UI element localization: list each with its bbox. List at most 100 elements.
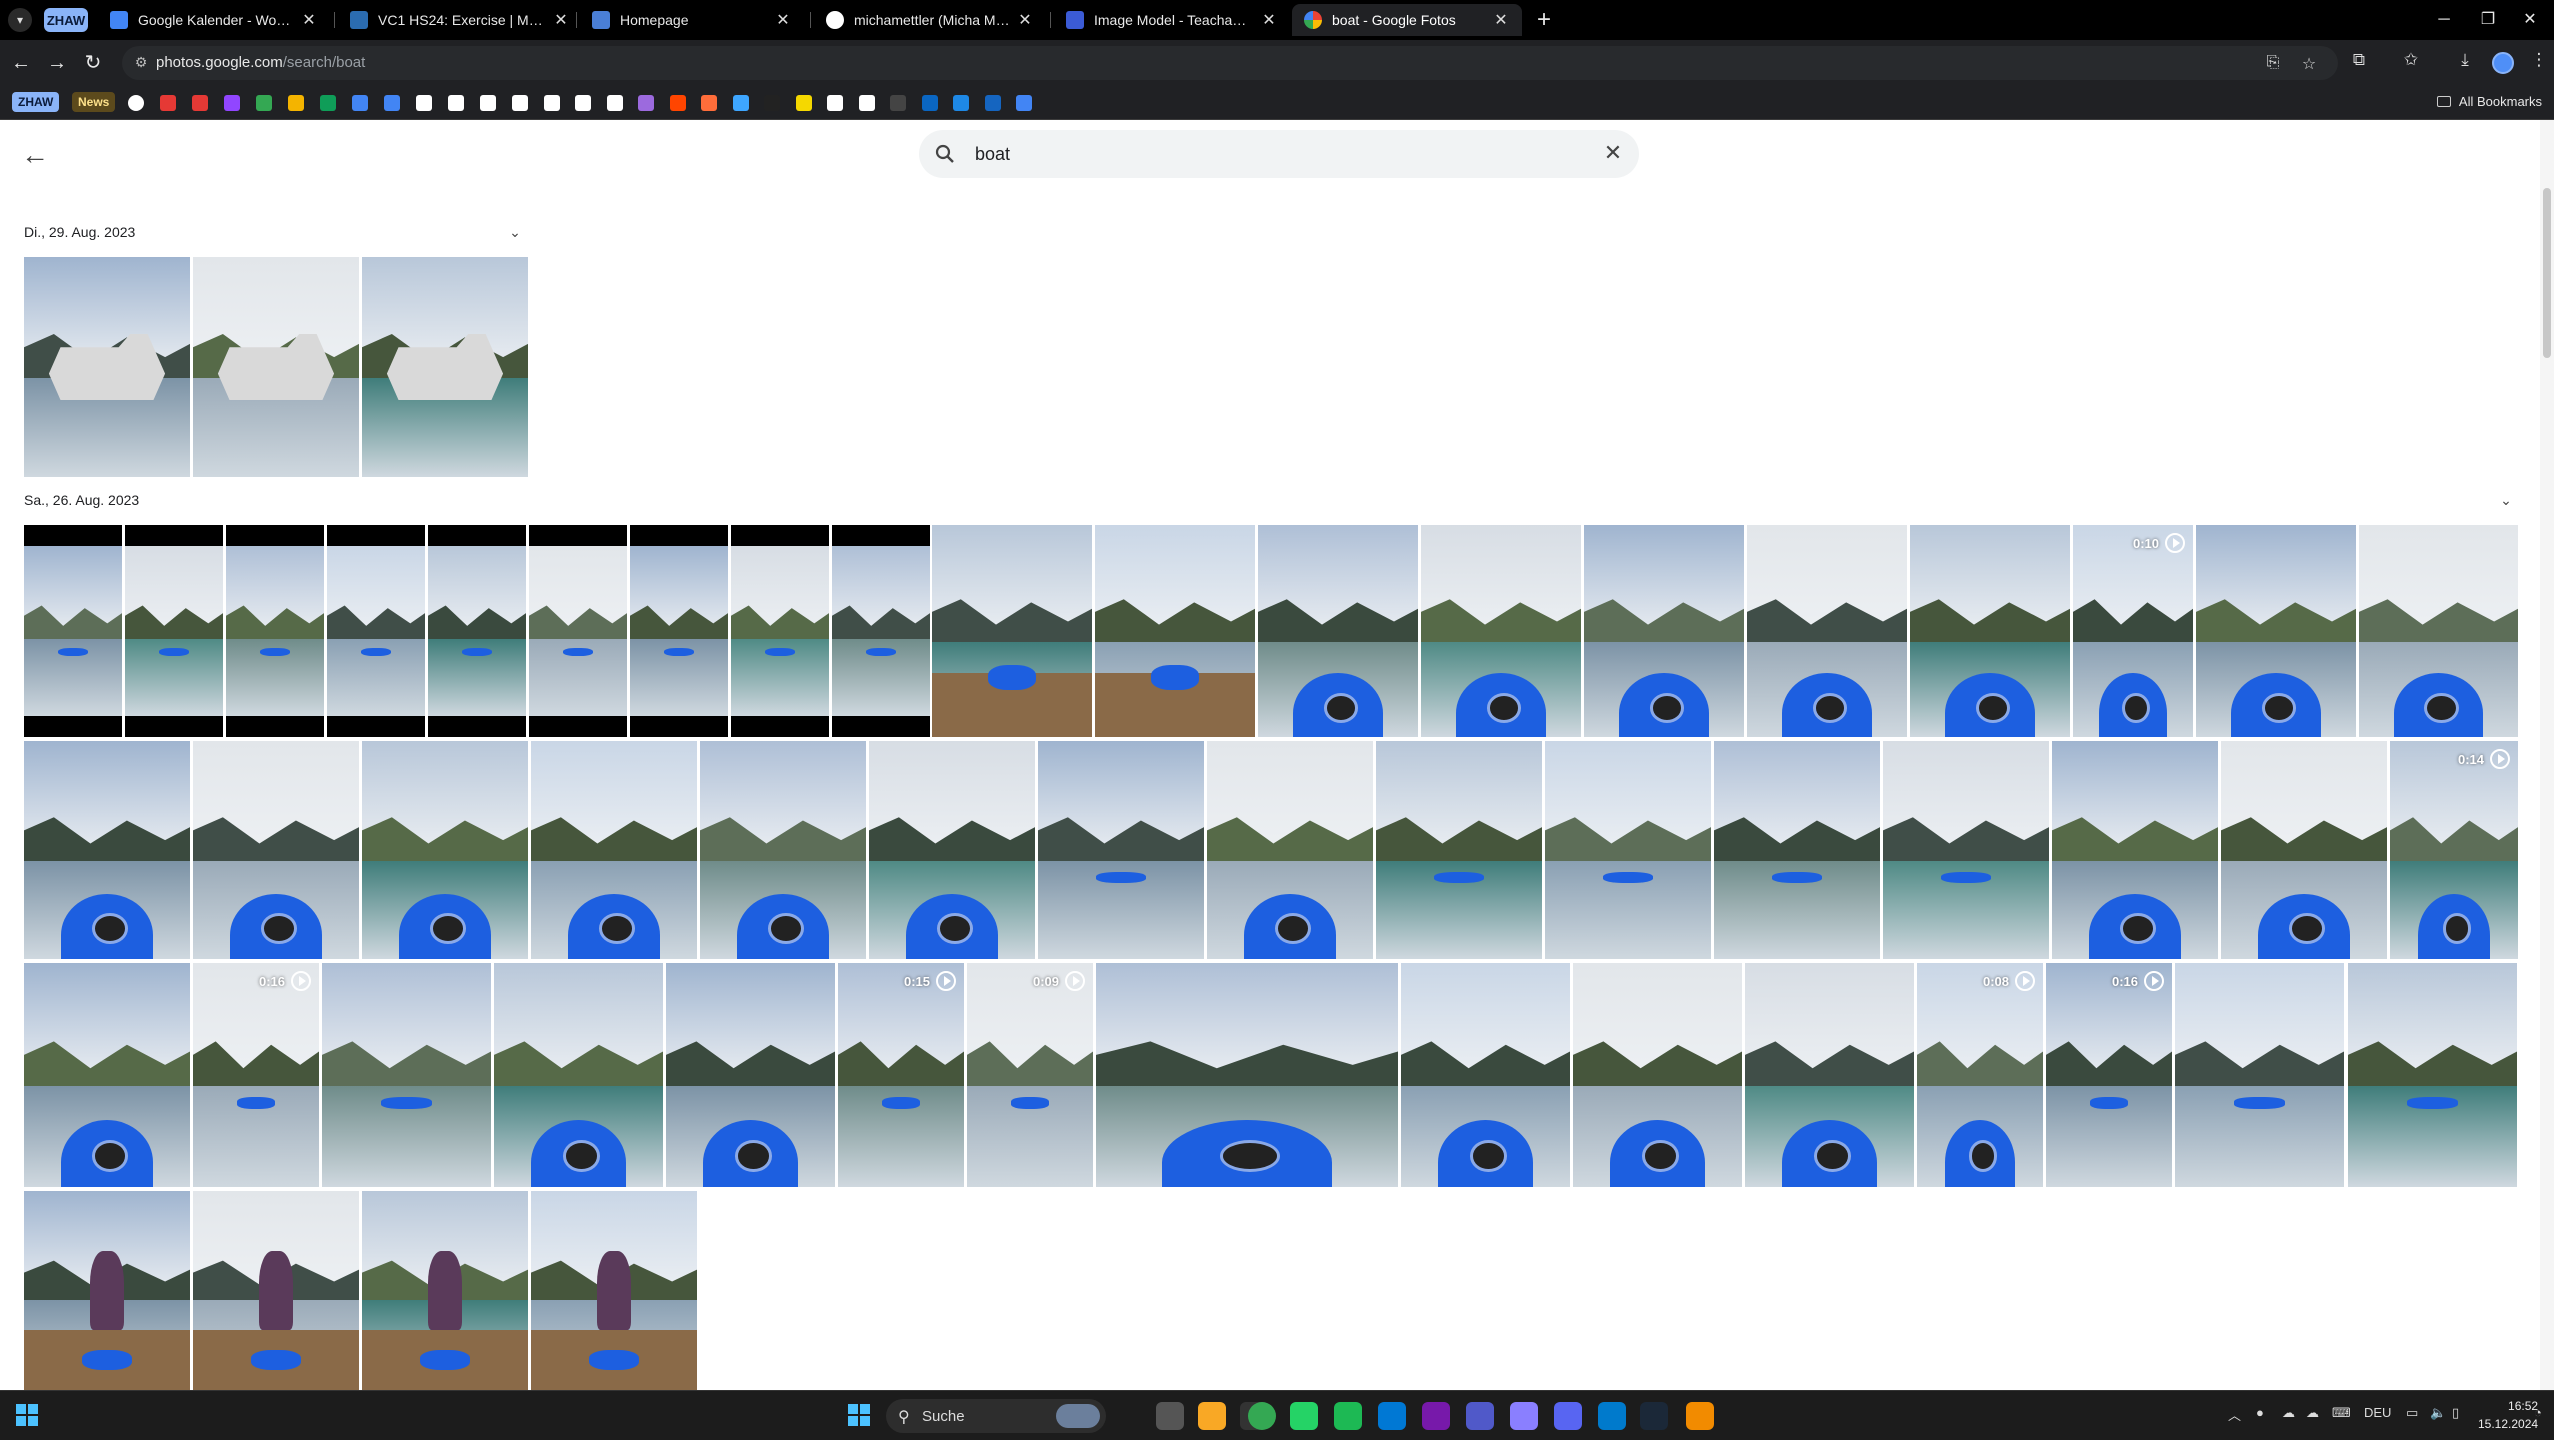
downloads-icon[interactable]: ⤓: [2452, 50, 2478, 70]
photo-thumbnail[interactable]: [2221, 741, 2387, 959]
profile-avatar[interactable]: [2492, 52, 2514, 74]
bookmark-icon[interactable]: [827, 95, 843, 111]
video-thumbnail[interactable]: 0:16: [2046, 963, 2172, 1187]
display-icon[interactable]: ▭: [2406, 1405, 2418, 1421]
language-indicator[interactable]: DEU: [2364, 1405, 2391, 1420]
photo-thumbnail[interactable]: [24, 1191, 190, 1390]
photo-thumbnail[interactable]: [1376, 741, 1542, 959]
site-info-icon[interactable]: ⚙: [132, 54, 150, 72]
bookmark-icon[interactable]: [224, 95, 240, 111]
new-tab-button[interactable]: +: [1530, 6, 1558, 34]
photo-thumbnail[interactable]: [2348, 963, 2517, 1187]
file-explorer-icon[interactable]: [1156, 1402, 1184, 1430]
bookmark-icon[interactable]: [352, 95, 368, 111]
photo-thumbnail[interactable]: [327, 525, 425, 737]
bookmark-icon[interactable]: [512, 95, 528, 111]
photo-thumbnail[interactable]: [24, 963, 190, 1187]
teams-icon[interactable]: [1466, 1402, 1494, 1430]
photo-thumbnail[interactable]: [494, 963, 663, 1187]
photo-thumbnail[interactable]: [1910, 525, 2070, 737]
photo-thumbnail[interactable]: [531, 1191, 697, 1390]
windows-start-icon[interactable]: [16, 1404, 38, 1426]
scrollbar[interactable]: [2540, 120, 2554, 1390]
photo-thumbnail[interactable]: [322, 963, 491, 1187]
photo-thumbnail[interactable]: [2052, 741, 2218, 959]
bookmark-icon[interactable]: [192, 95, 208, 111]
bookmark-icon[interactable]: [543, 95, 560, 111]
tab-search-chevron-icon[interactable]: ▾: [8, 8, 32, 32]
bookmark-icon[interactable]: [575, 95, 591, 111]
notification-icon[interactable]: ◔: [2534, 1405, 2542, 1420]
photo-thumbnail[interactable]: [362, 257, 528, 477]
photo-thumbnail[interactable]: [193, 741, 359, 959]
scrollbar-thumb[interactable]: [2543, 188, 2551, 358]
bookmark-icon[interactable]: [320, 95, 336, 111]
tab-google-calendar[interactable]: Google Kalender - Woche vom ✕: [98, 4, 330, 36]
reload-icon[interactable]: ↻: [80, 50, 106, 76]
bookmark-star-icon[interactable]: ☆: [2298, 54, 2320, 74]
tab-teachable-machine[interactable]: Image Model - Teachable Mach ✕: [1054, 4, 1290, 36]
photo-thumbnail[interactable]: [1545, 741, 1711, 959]
bookmark-icon[interactable]: [1016, 95, 1032, 111]
bookmark-icon[interactable]: [160, 95, 176, 111]
close-icon[interactable]: ✕: [1260, 10, 1278, 30]
chevron-down-icon[interactable]: ⌄: [2496, 492, 2516, 512]
folder-icon[interactable]: [1198, 1402, 1226, 1430]
steam-icon[interactable]: [1640, 1402, 1668, 1430]
photo-thumbnail[interactable]: [1096, 963, 1398, 1187]
bookmark-folder-zhaw[interactable]: ZHAW: [12, 92, 60, 112]
forward-arrow-icon[interactable]: →: [44, 50, 70, 76]
discord-icon[interactable]: [1554, 1402, 1582, 1430]
whatsapp-icon[interactable]: [1290, 1402, 1318, 1430]
bookmark-icon[interactable]: [701, 95, 717, 111]
reading-list-icon[interactable]: ✩: [2398, 50, 2424, 70]
photo-thumbnail[interactable]: [1747, 525, 1907, 737]
bookmark-icon[interactable]: [416, 95, 432, 111]
photo-thumbnail[interactable]: [700, 741, 866, 959]
photo-thumbnail[interactable]: [1573, 963, 1742, 1187]
photo-thumbnail[interactable]: [1038, 741, 1204, 959]
tab-moodle[interactable]: VC1 HS24: Exercise | Moodle ZI ✕: [338, 4, 582, 36]
photo-thumbnail[interactable]: [24, 257, 190, 477]
chevron-down-icon[interactable]: ⌄: [505, 224, 525, 244]
photo-thumbnail[interactable]: [1883, 741, 2049, 959]
close-icon[interactable]: ✕: [774, 10, 792, 30]
video-thumbnail[interactable]: 0:08: [1917, 963, 2043, 1187]
photo-thumbnail[interactable]: [226, 525, 324, 737]
bookmark-folder-news[interactable]: News: [72, 92, 116, 112]
onedrive-icon[interactable]: ☁: [2306, 1405, 2319, 1421]
bookmark-icon[interactable]: [256, 95, 272, 111]
photo-thumbnail[interactable]: [932, 525, 1092, 737]
search-input[interactable]: [975, 138, 1535, 170]
photo-thumbnail[interactable]: [1714, 741, 1880, 959]
photo-thumbnail[interactable]: [1401, 963, 1570, 1187]
search-bar[interactable]: ✕: [919, 130, 1639, 178]
tab-github[interactable]: michamettler (Micha Mettler) ✕: [814, 4, 1046, 36]
outlook-icon[interactable]: [1378, 1402, 1406, 1430]
volume-icon[interactable]: 🔈: [2430, 1405, 2446, 1421]
photo-thumbnail[interactable]: [531, 741, 697, 959]
onedrive-icon[interactable]: ☁: [2282, 1405, 2295, 1421]
bookmark-icon[interactable]: [606, 95, 623, 111]
photo-thumbnail[interactable]: [1421, 525, 1581, 737]
sublime-icon[interactable]: [1686, 1402, 1714, 1430]
photo-thumbnail[interactable]: [193, 1191, 359, 1390]
bookmark-icon[interactable]: [890, 95, 906, 111]
bookmark-icon[interactable]: [384, 95, 400, 111]
spotify-icon[interactable]: [1334, 1402, 1362, 1430]
photo-thumbnail[interactable]: [869, 741, 1035, 959]
menu-kebab-icon[interactable]: ⋮: [2526, 50, 2552, 70]
bookmark-icon[interactable]: [795, 95, 812, 111]
keyboard-icon[interactable]: ⌨: [2332, 1405, 2351, 1421]
close-icon[interactable]: ✕: [1016, 10, 1034, 30]
back-arrow-icon[interactable]: ←: [18, 138, 52, 172]
video-thumbnail[interactable]: 0:10: [2073, 525, 2193, 737]
photo-thumbnail[interactable]: [1258, 525, 1418, 737]
video-thumbnail[interactable]: 0:15: [838, 963, 964, 1187]
bookmark-icon[interactable]: [480, 95, 496, 111]
photo-thumbnail[interactable]: [24, 525, 122, 737]
bookmark-icon[interactable]: [764, 95, 780, 111]
photo-thumbnail[interactable]: [1095, 525, 1255, 737]
photo-thumbnail[interactable]: [125, 525, 223, 737]
photo-thumbnail[interactable]: [2196, 525, 2356, 737]
